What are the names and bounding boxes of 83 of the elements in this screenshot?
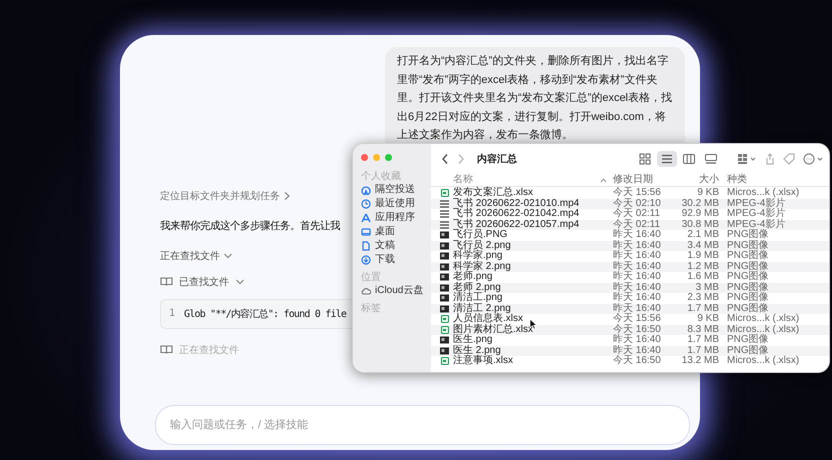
book-icon (160, 276, 173, 287)
film-icon (440, 210, 449, 218)
chevron-down-icon (223, 251, 233, 260)
file-row[interactable]: 医生.png 昨天 16:40 1.7 MB PNG图像 (431, 335, 829, 346)
book-icon (160, 344, 173, 355)
back-icon[interactable] (441, 153, 449, 165)
assistant-reply: 我来帮你完成这个多步骤任务。首先让我 (160, 219, 340, 232)
line-number: 1 (169, 308, 176, 319)
list-view-icon (661, 153, 673, 165)
sidebar-heading: 个人收藏 (361, 170, 402, 183)
file-row[interactable]: 飞书 20260622-021010.mp4 今天 02:10 30.2 MB MPEG-4影片 (431, 198, 829, 209)
image-thumbnail-icon (440, 242, 449, 250)
sidebar-item[interactable]: 隔空投送 (361, 183, 431, 197)
sidebar-heading: 位置 (361, 271, 382, 284)
column-header[interactable]: 修改日期 (613, 174, 669, 186)
close-dot[interactable] (361, 154, 368, 161)
step-title[interactable]: 定位目标文件夹并规划任务 (160, 188, 280, 202)
folder-title: 内容汇总 (477, 152, 517, 166)
film-icon (440, 220, 449, 229)
spreadsheet-icon (441, 315, 449, 324)
image-thumbnail-icon (440, 294, 449, 302)
minimize-dot[interactable] (373, 154, 380, 161)
file-row[interactable]: 飞书 20260622-021042.mp4 今天 02:11 92.9 MB MPEG-4影片 (431, 209, 829, 220)
file-row[interactable]: 医生 2.png 昨天 16:40 1.7 MB PNG图像 (431, 346, 829, 356)
file-row[interactable]: 发布文案汇总.xlsx 今天 15:56 9 KB Micros...k (.xlsx) (431, 188, 829, 198)
airdrop-icon (361, 185, 371, 195)
image-thumbnail-icon (440, 231, 449, 240)
share-icon[interactable] (765, 153, 775, 165)
sidebar-heading: 标签 (361, 302, 382, 315)
file-row[interactable]: 清洁工 2.png 昨天 16:40 1.7 MB PNG图像 (431, 304, 829, 314)
image-thumbnail-icon (440, 304, 449, 313)
tool-label: 正在查找文件 (179, 344, 239, 356)
file-row[interactable]: 老师 2.png 昨天 16:40 3 MB PNG图像 (431, 282, 829, 293)
group-icon[interactable] (737, 153, 757, 165)
clock-icon (361, 199, 371, 209)
desktop-icon (361, 227, 371, 237)
column-header[interactable]: 名称 (453, 174, 473, 186)
sort-up-icon (600, 178, 607, 182)
sidebar-item[interactable]: 下载 (361, 253, 431, 267)
gallery-view-icon (705, 153, 717, 165)
sidebar-item[interactable]: 桌面 (361, 225, 431, 239)
column-header[interactable]: 种类 (727, 174, 823, 186)
file-row[interactable]: 飞行员.PNG 昨天 16:40 2.1 MB PNG图像 (431, 230, 829, 240)
spreadsheet-icon (441, 326, 449, 334)
tag-icon[interactable] (783, 153, 795, 165)
list-view-button[interactable] (657, 151, 677, 167)
image-thumbnail-icon (440, 262, 449, 271)
image-thumbnail-icon (440, 273, 449, 282)
apps-icon (361, 213, 371, 223)
sidebar-item[interactable]: iCloud云盘 (361, 284, 431, 298)
column-header[interactable]: 大小 (669, 174, 727, 186)
tool-label[interactable]: 已查找文件 (179, 274, 229, 288)
status-label[interactable]: 正在查找文件 (160, 248, 220, 262)
zoom-dot[interactable] (385, 154, 392, 161)
chevron-right-icon (284, 190, 290, 200)
file-row[interactable]: 飞书 20260622-021057.mp4 今天 02:11 30.8 MB MPEG-4影片 (431, 220, 829, 230)
image-thumbnail-icon (440, 336, 449, 344)
more-icon[interactable] (803, 153, 825, 165)
sidebar-item[interactable]: 应用程序 (361, 211, 431, 225)
grid-view-icon (639, 153, 651, 165)
spreadsheet-icon (441, 189, 449, 198)
chat-input-field[interactable]: 输入问题或任务，/ 选择技能 (155, 405, 690, 445)
sidebar-item[interactable]: 最近使用 (361, 197, 431, 211)
sidebar-item[interactable]: 文稿 (361, 239, 431, 253)
spreadsheet-icon (441, 357, 449, 366)
file-row[interactable]: 图片素材汇总.xlsx 今天 16:50 8.3 MB Micros...k (.xlsx) (431, 324, 829, 335)
image-thumbnail-icon (440, 346, 449, 355)
file-row[interactable]: 注意事项.xlsx 今天 16:50 13.2 MB Micros...k (.xlsx) (431, 356, 829, 366)
file-row[interactable]: 科学家 2.png 昨天 16:40 1.2 MB PNG图像 (431, 262, 829, 272)
file-row[interactable]: 清洁工.png 昨天 16:40 2.3 MB PNG图像 (431, 293, 829, 304)
file-row[interactable]: 飞行员 2.png 昨天 16:40 3.4 MB PNG图像 (431, 240, 829, 251)
file-row[interactable]: 科学家.png 昨天 16:40 1.9 MB PNG图像 (431, 251, 829, 262)
film-icon (440, 200, 449, 208)
chevron-down-icon (235, 277, 245, 286)
download-icon (361, 255, 371, 265)
image-thumbnail-icon (440, 252, 449, 260)
file-row[interactable]: 老师.png 昨天 16:40 1.6 MB PNG图像 (431, 272, 829, 282)
image-thumbnail-icon (440, 284, 449, 292)
file-row[interactable]: 人员信息表.xlsx 今天 15:56 9 KB Micros...k (.xlsx) (431, 314, 829, 324)
document-icon (361, 241, 371, 251)
code-line: Glob "**/内容汇总": found 0 file (184, 308, 346, 320)
cloud-icon (361, 286, 371, 296)
column-view-icon (683, 153, 695, 165)
